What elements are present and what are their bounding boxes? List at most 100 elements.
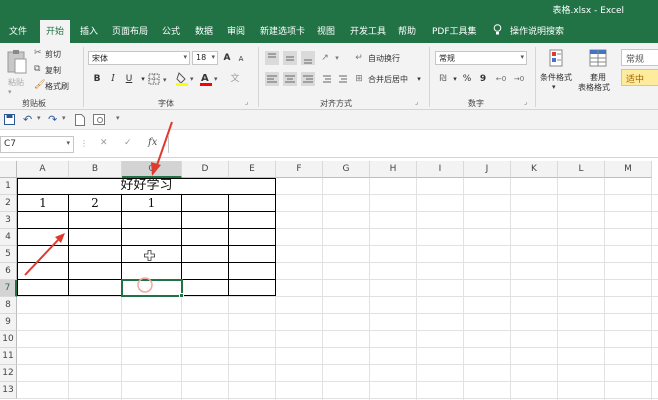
enter-icon[interactable]: ✓ [124,138,132,148]
tab-file[interactable]: 文件 [9,24,27,37]
neutral-style-button[interactable]: 适中 [621,69,658,86]
paste-dropdown-icon[interactable]: ▾ [8,88,12,96]
conditional-format-button[interactable]: 条件格式 [540,72,572,83]
bold-button[interactable]: B [90,72,104,86]
conditional-dropdown-icon[interactable]: ▾ [552,83,556,91]
tell-me-search[interactable]: 操作说明搜索 [510,24,564,37]
cancel-icon[interactable]: ✕ [100,138,108,148]
save-icon[interactable] [4,114,15,125]
cut-button[interactable]: 剪切 [45,49,61,60]
conditional-format-icon [549,49,563,67]
cell-b2[interactable]: 2 [69,195,121,211]
dialog-launcher-icon[interactable]: ⌟ [415,98,418,106]
percent-button[interactable]: % [460,72,474,86]
column-header-m[interactable]: M [605,161,652,178]
comma-style-button[interactable]: 9 [476,72,490,86]
dialog-launcher-icon[interactable]: ⌟ [524,98,527,106]
row-header-11[interactable]: 11 [0,348,17,365]
column-header-i[interactable]: I [417,161,464,178]
select-all-corner[interactable] [0,161,17,178]
grow-font-button[interactable]: A [220,51,234,65]
wrap-text-icon: ↵ [355,53,363,63]
column-header-c[interactable]: C [122,161,182,178]
column-header-k[interactable]: K [511,161,558,178]
tab-help[interactable]: 帮助 [398,24,416,37]
font-size-select[interactable]: 18 ▾ [192,51,218,65]
column-header-j[interactable]: J [464,161,511,178]
cell-a2[interactable]: 1 [18,195,68,211]
insert-function-icon[interactable]: fx [148,137,157,148]
shrink-font-button[interactable]: A [234,52,248,66]
wrap-text-button[interactable]: 自动换行 [368,53,400,64]
copy-button[interactable]: 复制 [45,65,61,76]
redo-icon[interactable]: ↷ [48,113,57,126]
redo-dropdown-icon[interactable]: ▾ [62,114,66,122]
tab-developer[interactable]: 开发工具 [350,24,386,37]
tab-review[interactable]: 审阅 [227,24,245,37]
underline-button[interactable]: U [122,72,136,86]
column-header-e[interactable]: E [229,161,276,178]
row-header-7[interactable]: 7 [0,280,17,297]
orientation-dropdown-icon[interactable]: ▾ [330,51,344,65]
column-header-h[interactable]: H [370,161,417,178]
row-header-13[interactable]: 13 [0,382,17,399]
column-header-g[interactable]: G [323,161,370,178]
tab-page-layout[interactable]: 页面布局 [112,24,148,37]
horizontal-align-icons[interactable] [265,72,351,86]
print-preview-icon[interactable] [93,114,105,125]
row-header-10[interactable]: 10 [0,331,17,348]
row-header-8[interactable]: 8 [0,297,17,314]
customize-qat-icon[interactable]: ▾ [116,114,120,122]
tab-home[interactable]: 开始 [40,20,71,43]
row-header-2[interactable]: 2 [0,195,17,212]
phonetic-icon[interactable]: 文 [228,72,242,86]
tab-view[interactable]: 视图 [317,24,335,37]
column-header-d[interactable]: D [182,161,229,178]
column-header-b[interactable]: B [69,161,122,178]
column-header-f[interactable]: F [276,161,323,178]
undo-icon[interactable]: ↶ [23,113,32,126]
row-header-3[interactable]: 3 [0,212,17,229]
more-options-icon: ⋮ [80,139,88,148]
row-header-6[interactable]: 6 [0,263,17,280]
cell-c2[interactable]: 1 [122,195,181,211]
worksheet-grid[interactable]: A B C D E F G H I J K L M 1 2 3 4 5 6 7 … [0,158,658,400]
merge-dropdown-icon[interactable]: ▾ [412,72,426,86]
tab-formulas[interactable]: 公式 [162,24,180,37]
decrease-decimal-icon[interactable]: →0 [512,72,526,86]
normal-style-button[interactable]: 常规 [621,49,658,66]
number-format-select[interactable]: 常规 ▾ [435,51,527,65]
undo-dropdown-icon[interactable]: ▾ [37,114,41,122]
row-header-4[interactable]: 4 [0,229,17,246]
paste-label: 粘贴 [8,78,24,87]
row-header-12[interactable]: 12 [0,365,17,382]
column-header-l[interactable]: L [558,161,605,178]
fill-handle[interactable] [179,293,184,298]
dialog-launcher-icon[interactable]: ⌟ [245,98,248,106]
row-header-5[interactable]: 5 [0,246,17,263]
format-table-label-2[interactable]: 表格格式 [578,82,610,93]
paste-button[interactable] [6,49,28,75]
column-header-a[interactable]: A [17,161,69,178]
format-painter-button[interactable]: 格式刷 [45,81,69,92]
row-header-1[interactable]: 1 [0,178,17,195]
tab-new-tab[interactable]: 新建选项卡 [260,24,305,37]
paste-icon [7,50,27,74]
increase-decimal-icon[interactable]: ←0 [494,72,508,86]
merged-title-cell[interactable]: 好好学习 [18,177,275,194]
tab-pdf-tools[interactable]: PDF工具集 [432,24,477,37]
row-header-9[interactable]: 9 [0,314,17,331]
vertical-align-icons[interactable] [265,51,325,65]
tab-insert[interactable]: 插入 [80,24,98,37]
fill-color-button[interactable]: ▾ [176,71,198,86]
font-name-select[interactable]: 宋体 ▾ [88,51,190,65]
name-box[interactable]: C7 ▾ [0,136,74,153]
formula-input[interactable] [168,136,658,153]
tab-data[interactable]: 数据 [195,24,213,37]
merge-center-button[interactable]: 合并后居中 [368,74,408,85]
new-file-icon[interactable] [75,114,85,126]
svg-text:▾: ▾ [190,75,194,83]
font-color-button[interactable]: A ▾ [200,71,222,86]
borders-button[interactable]: ▾ [148,73,172,85]
italic-button[interactable]: I [106,72,120,86]
